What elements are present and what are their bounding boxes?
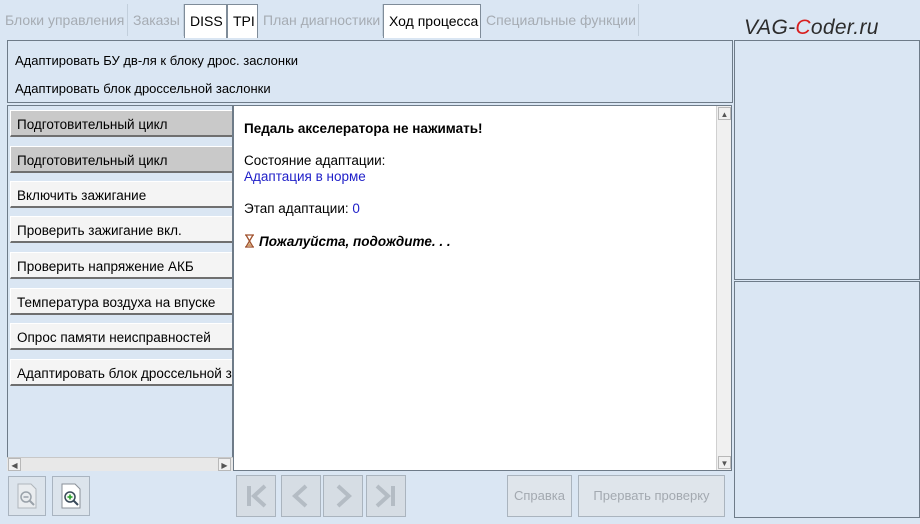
procedure-header: Адаптировать БУ дв-ля к блоку дрос. засл…: [7, 40, 733, 103]
adaptation-stage: Этап адаптации: 0: [244, 201, 360, 216]
previous-step-button[interactable]: [281, 475, 321, 517]
procedure-title: Адаптировать БУ дв-ля к блоку дрос. засл…: [15, 53, 299, 68]
step-list: Подготовительный цикл Подготовительный ц…: [7, 105, 233, 471]
tab-process[interactable]: Ход процесса: [383, 4, 481, 38]
adaptation-state-label: Состояние адаптации:: [244, 153, 386, 168]
hourglass-icon: [245, 234, 254, 248]
tab-control-units[interactable]: Блоки управления: [0, 4, 128, 36]
adaptation-state-value: Адаптация в норме: [244, 169, 366, 184]
list-item[interactable]: Подготовительный цикл: [10, 110, 232, 137]
tab-tpi[interactable]: TPI: [227, 4, 258, 38]
first-page-icon: [247, 484, 267, 508]
help-button[interactable]: Справка: [507, 475, 572, 517]
first-step-button[interactable]: [236, 475, 276, 517]
wait-text: Пожалуйста, подождите. . .: [259, 234, 451, 249]
tab-bar: Блоки управления Заказы DISS TPI План ди…: [0, 0, 735, 40]
adaptation-stage-label: Этап адаптации:: [244, 201, 349, 216]
list-item[interactable]: Адаптировать блок дроссельной заслонки: [10, 359, 232, 386]
output-scrollbar[interactable]: ▲ ▼: [716, 106, 731, 470]
zoom-in-button[interactable]: [52, 476, 90, 516]
scroll-up-icon[interactable]: ▲: [718, 107, 731, 120]
info-panel-bottom: [734, 281, 920, 518]
next-step-button[interactable]: [323, 475, 363, 517]
list-item[interactable]: Подготовительный цикл: [10, 146, 232, 173]
warning-text: Педаль акселератора не нажимать!: [244, 121, 483, 136]
zoom-in-icon: [61, 483, 81, 509]
tab-special-functions[interactable]: Специальные функции: [481, 4, 639, 36]
tab-orders[interactable]: Заказы: [128, 4, 184, 36]
scroll-left-icon[interactable]: ◀: [8, 458, 21, 471]
list-item[interactable]: Проверить напряжение АКБ: [10, 252, 232, 279]
site-logo: VAG-Coder.ru: [744, 16, 879, 39]
wait-message: Пожалуйста, подождите. . .: [244, 234, 451, 249]
zoom-out-button[interactable]: [8, 476, 46, 516]
info-panel-top: [734, 40, 920, 280]
process-output-panel: Педаль акселератора не нажимать! Состоян…: [233, 105, 732, 471]
list-item[interactable]: Температура воздуха на впуске: [10, 288, 232, 315]
scroll-down-icon[interactable]: ▼: [718, 456, 731, 469]
step-list-scrollbar[interactable]: ◀ ▶: [7, 457, 233, 471]
scroll-right-icon[interactable]: ▶: [218, 458, 231, 471]
list-item[interactable]: Проверить зажигание вкл.: [10, 216, 232, 243]
list-item[interactable]: Включить зажигание: [10, 181, 232, 208]
last-step-button[interactable]: [366, 475, 406, 517]
tab-diagnostic-plan[interactable]: План диагностики: [258, 4, 383, 36]
tab-diss[interactable]: DISS: [184, 4, 227, 38]
abort-test-button[interactable]: Прервать проверку: [578, 475, 725, 517]
list-item[interactable]: Опрос памяти неисправностей: [10, 323, 232, 350]
last-page-icon: [375, 484, 395, 508]
procedure-subtitle: Адаптировать блок дроссельной заслонки: [15, 81, 271, 96]
zoom-out-icon: [17, 483, 37, 509]
adaptation-stage-value: 0: [352, 201, 360, 216]
previous-icon: [292, 484, 308, 508]
next-icon: [336, 484, 352, 508]
